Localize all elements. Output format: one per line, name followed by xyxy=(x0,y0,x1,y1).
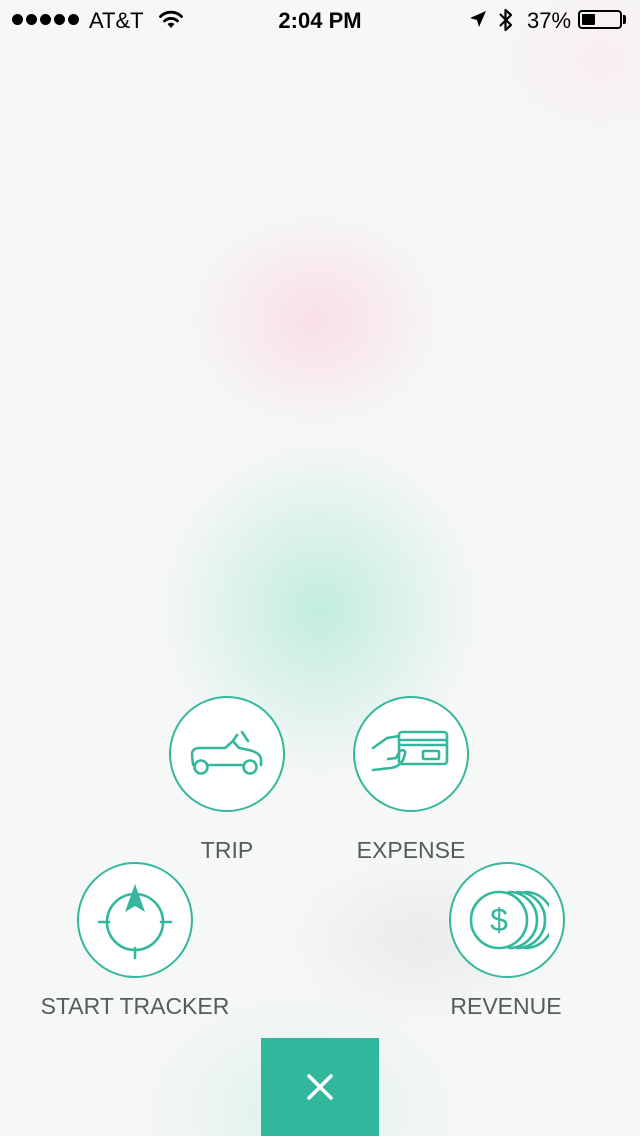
revenue-button[interactable]: $ xyxy=(449,862,565,978)
status-bar: AT&T 2:04 PM 37% xyxy=(0,0,640,40)
credit-card-icon xyxy=(371,730,449,772)
car-icon xyxy=(190,730,263,775)
blurred-background xyxy=(0,0,640,1136)
battery-tip xyxy=(623,15,626,24)
expense-button[interactable] xyxy=(353,696,469,812)
coins-icon: $ xyxy=(469,890,549,950)
location-arrow-icon xyxy=(468,9,488,35)
svg-text:$: $ xyxy=(490,902,508,938)
expense-label: EXPENSE xyxy=(356,837,466,863)
compass-target-icon xyxy=(97,884,173,960)
trip-label: TRIP xyxy=(200,837,254,863)
close-button[interactable] xyxy=(261,1038,379,1136)
bluetooth-icon xyxy=(498,7,514,39)
trip-button[interactable] xyxy=(169,696,285,812)
start-tracker-label: START TRACKER xyxy=(40,993,230,1019)
battery-percentage: 37% xyxy=(527,8,572,33)
battery-icon xyxy=(578,10,622,29)
close-icon xyxy=(307,1074,333,1100)
revenue-label: REVENUE xyxy=(450,993,562,1019)
start-tracker-button[interactable] xyxy=(77,862,193,978)
battery-level-fill xyxy=(582,14,595,25)
